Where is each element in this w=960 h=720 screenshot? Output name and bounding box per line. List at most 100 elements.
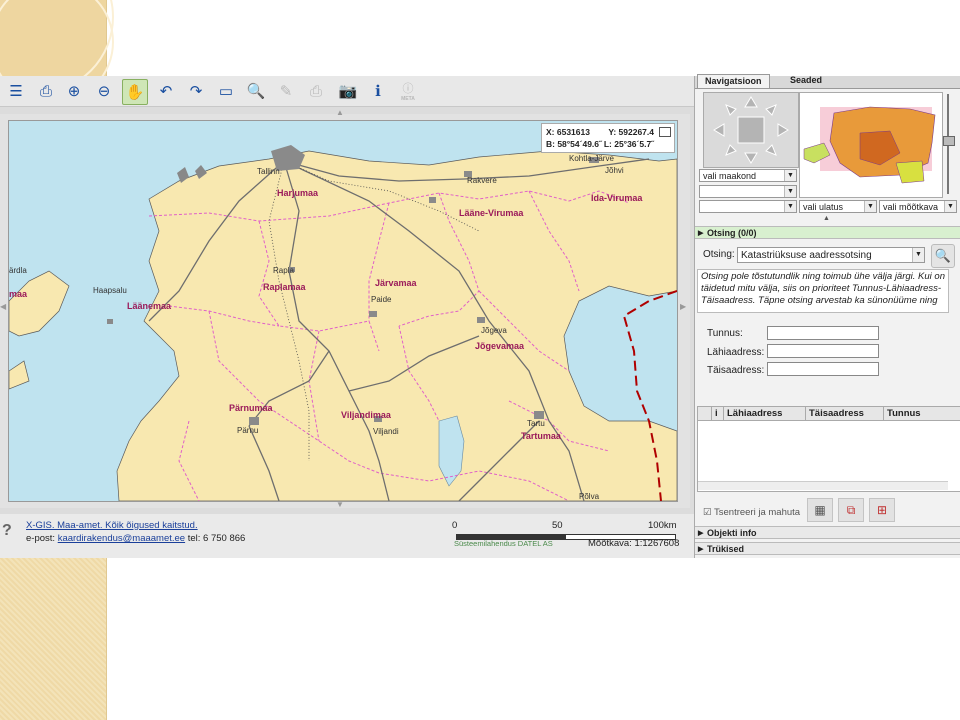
prints-header[interactable]: ▶ Trükised [695, 542, 960, 555]
checkbox-icon: ☑ [703, 507, 712, 518]
meta-label: META [401, 96, 415, 102]
label-jogevamaa: Jõgevamaa [475, 341, 525, 351]
meta-glyph: ⓘ [402, 83, 414, 95]
label-laanemaa: Läänemaa [127, 301, 172, 311]
zoom-out-icon[interactable]: ⊖ [92, 79, 116, 103]
label-hiiumaa-partial: maa [9, 289, 28, 299]
label-tartu: Tartu [527, 419, 545, 428]
select-all-features-button[interactable]: ⊞ [869, 498, 895, 522]
pan-icon[interactable]: ✋ [122, 79, 148, 105]
coord-toggle-icon[interactable] [659, 127, 671, 137]
help-icon[interactable]: ? [2, 522, 12, 540]
draw-icon[interactable]: ✎ [274, 79, 298, 103]
print-preview-icon[interactable]: ⎙ [34, 79, 58, 103]
compass-icon [713, 96, 789, 164]
label-tallinn: Tallinn [257, 167, 280, 176]
select-blank-1[interactable]: ▼ [699, 185, 797, 198]
label-viljandi: Viljandi [373, 427, 399, 436]
search-icon[interactable]: 🔍 [244, 79, 268, 103]
coord-b: B: 58°54´49.6˝ [546, 139, 602, 149]
map-canvas[interactable]: Kohtla-Järve Jõhvi Tallinn Rakvere Harju… [8, 120, 678, 502]
coord-l: L: 25°36´5.7˝ [603, 139, 654, 149]
table-view-button[interactable]: ▦ [807, 498, 833, 522]
taisaadress-input[interactable] [767, 362, 879, 376]
tab-navigatsioon[interactable]: Navigatsioon [697, 74, 770, 88]
lahiaadress-input[interactable] [767, 344, 879, 358]
taisaadress-label: Täisaadress: [707, 365, 765, 376]
object-info-header[interactable]: ▶ Objekti info [695, 526, 960, 539]
expand-arrow-icon: ▶ [698, 530, 704, 537]
chevron-down-icon: ▼ [912, 248, 924, 262]
pan-east-icon[interactable]: ▶ [680, 302, 686, 311]
map-frame: ▲ ◀ ▶ ▼ Kohtla-Järve Jõhvi Tallinn Rakve… [0, 108, 690, 509]
tab-seaded[interactable]: Seaded [783, 74, 829, 87]
pan-north-icon[interactable]: ▲ [336, 108, 344, 117]
label-jogeva: Jõgeva [481, 326, 507, 335]
zoom-slider-handle[interactable] [943, 136, 955, 146]
copyright-link[interactable]: X-GIS. Maa-amet. Kõik õigused kaitstud. [26, 520, 198, 531]
col-tunnus[interactable]: Tunnus [884, 407, 960, 420]
scale-label-50: 50 [552, 520, 563, 531]
results-table-header: i Lähiaadress Täisaadress Tunnus [698, 407, 960, 421]
camera-icon[interactable]: 📷 [336, 79, 360, 103]
search-type-value: Katastriüksuse aadressotsing [741, 250, 872, 261]
zoom-slider[interactable] [943, 94, 955, 194]
slide-decoration-top [0, 0, 114, 104]
select-all-checkbox[interactable] [698, 407, 712, 420]
coord-x: X: 6531613 [546, 127, 590, 137]
redo-icon[interactable]: ↷ [184, 79, 208, 103]
select-blank-2[interactable]: ▼ [699, 200, 797, 213]
center-fit-option[interactable]: ☑ Tsentreeri ja mahuta [703, 507, 800, 518]
email-link[interactable]: kaardirakendus@maaamet.ee [58, 533, 185, 544]
map-toolbar: ☰ ⎙ ⊕ ⊖ ✋ ↶ ↷ ▭ 🔍 ✎ ⎙ 📷 ℹ ⓘ META [0, 76, 694, 107]
credit-text: Süsteemilahendus DATEL AS [454, 539, 553, 548]
scale-select[interactable]: vali mõõtkava ▼ [879, 200, 957, 213]
magnifier-icon: 🔍 [934, 248, 952, 263]
col-taisaadress[interactable]: Täisaadress [806, 407, 884, 420]
coord-y: Y: 592267.4 [608, 127, 654, 137]
label-harjumaa: Harjumaa [277, 188, 319, 198]
label-rakvere: Rakvere [467, 176, 497, 185]
scale-label-0: 0 [452, 520, 458, 531]
layers-icon[interactable]: ☰ [4, 79, 28, 103]
extent-select[interactable]: vali ulatus ▼ [799, 200, 877, 213]
meta-icon[interactable]: ⓘ META [396, 79, 420, 103]
county-select[interactable]: vali maakond ▼ [699, 169, 797, 182]
search-section-header[interactable]: ▶ Otsing (0/0) [695, 226, 960, 239]
navigation-pad[interactable] [703, 92, 799, 168]
search-button[interactable]: 🔍 [931, 244, 955, 268]
map-graphic: Kohtla-Järve Jõhvi Tallinn Rakvere Harju… [9, 145, 677, 501]
search-type-select[interactable]: Katastriüksuse aadressotsing ▼ [737, 247, 925, 263]
info-icon[interactable]: ℹ [366, 79, 390, 103]
center-fit-label: Tsentreeri ja mahuta [714, 507, 801, 518]
label-jarvamaa: Järvamaa [375, 278, 418, 288]
zoom-in-icon[interactable]: ⊕ [62, 79, 86, 103]
multi-select-icon: ⊞ [876, 503, 888, 517]
col-lahiaadress[interactable]: Lähiaadress [724, 407, 806, 420]
search-help-text: Otsing pole tõstutundlik ning toimub ühe… [697, 269, 949, 313]
contact-prefix: e-post: [26, 533, 58, 544]
label-paide: Paide [371, 295, 392, 304]
expand-arrow-icon: ▶ [698, 546, 704, 553]
col-info[interactable]: i [712, 407, 724, 420]
measure-icon[interactable]: ▭ [214, 79, 238, 103]
object-info-title: Objekti info [707, 528, 757, 538]
label-ida-virumaa: Ida-Virumaa [591, 193, 643, 203]
pan-west-icon[interactable]: ◀ [0, 302, 6, 311]
print-icon[interactable]: ⎙ [304, 79, 328, 103]
label-laane-virumaa: Lääne-Virumaa [459, 208, 524, 218]
label-parnu: Pärnu [237, 426, 258, 435]
grid-icon: ▦ [814, 503, 826, 517]
overview-map-graphic [803, 106, 936, 184]
select-features-button[interactable]: ⧉ [838, 498, 864, 522]
table-horizontal-scrollbar[interactable] [698, 481, 948, 490]
collapse-nav-icon[interactable]: ▲ [823, 215, 830, 222]
overview-map[interactable] [799, 92, 943, 198]
label-parnumaa: Pärnumaa [229, 403, 274, 413]
label-viljandimaa: Viljandimaa [341, 410, 392, 420]
search-type-label: Otsing: [703, 249, 735, 260]
copyright-line: X-GIS. Maa-amet. Kõik õigused kaitstud. [26, 520, 198, 531]
undo-icon[interactable]: ↶ [154, 79, 178, 103]
coordinate-readout: X: 6531613 Y: 592267.4 B: 58°54´49.6˝ L: 2… [541, 123, 675, 153]
tunnus-input[interactable] [767, 326, 879, 340]
